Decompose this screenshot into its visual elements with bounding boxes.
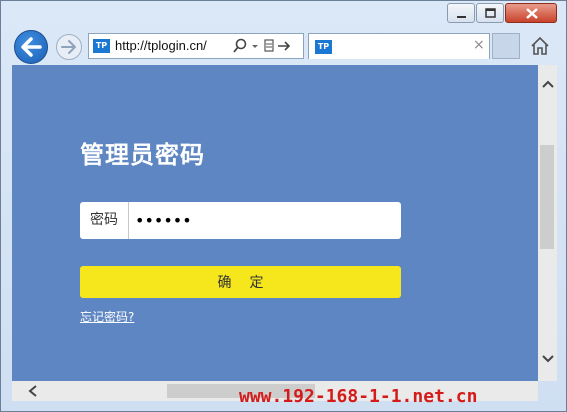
forward-button[interactable]: [56, 34, 82, 60]
scroll-left-icon[interactable]: [28, 385, 38, 397]
browser-window: TP http://tplogin.cn/ TP × 管理员密码 密码 确定: [0, 0, 567, 412]
dropdown-chevron-icon: [252, 45, 258, 48]
minimize-button[interactable]: [447, 3, 475, 23]
scroll-up-icon[interactable]: [541, 79, 555, 89]
tab-close-icon[interactable]: ×: [473, 37, 485, 53]
back-button[interactable]: [14, 30, 48, 64]
site-favicon-icon: TP: [93, 39, 110, 53]
tab-favicon-icon: TP: [315, 40, 332, 54]
home-icon[interactable]: [529, 35, 551, 57]
watermark: www.192-168-1-1.net.cn: [239, 386, 478, 407]
confirm-button[interactable]: 确定: [80, 266, 401, 298]
forgot-password-link[interactable]: 忘记密码?: [80, 308, 134, 325]
new-tab-button[interactable]: [492, 33, 520, 59]
page-content: 管理员密码 密码 确定 忘记密码?: [12, 65, 538, 381]
forward-arrow-icon: [61, 40, 76, 54]
page-title: 管理员密码: [80, 141, 205, 169]
restore-icon: [485, 8, 496, 18]
address-controls: [233, 38, 291, 53]
compatibility-view-icon: [264, 39, 274, 52]
password-label: 密码: [80, 202, 129, 239]
vertical-scrollbar[interactable]: [538, 65, 557, 381]
password-field[interactable]: 密码: [80, 202, 401, 239]
address-bar[interactable]: TP http://tplogin.cn/: [88, 33, 304, 59]
close-window-button[interactable]: [505, 3, 557, 23]
scroll-down-icon[interactable]: [541, 354, 555, 364]
address-url[interactable]: http://tplogin.cn/: [115, 38, 207, 53]
maximize-button[interactable]: [476, 3, 504, 23]
back-arrow-icon: [21, 37, 42, 57]
go-arrow-icon: [278, 41, 291, 51]
vertical-scroll-thumb[interactable]: [540, 145, 554, 249]
search-icon: [233, 38, 247, 53]
password-input[interactable]: [135, 202, 390, 239]
minimize-icon: [457, 16, 466, 18]
close-icon: [526, 8, 538, 19]
browser-tab[interactable]: TP ×: [308, 33, 490, 59]
